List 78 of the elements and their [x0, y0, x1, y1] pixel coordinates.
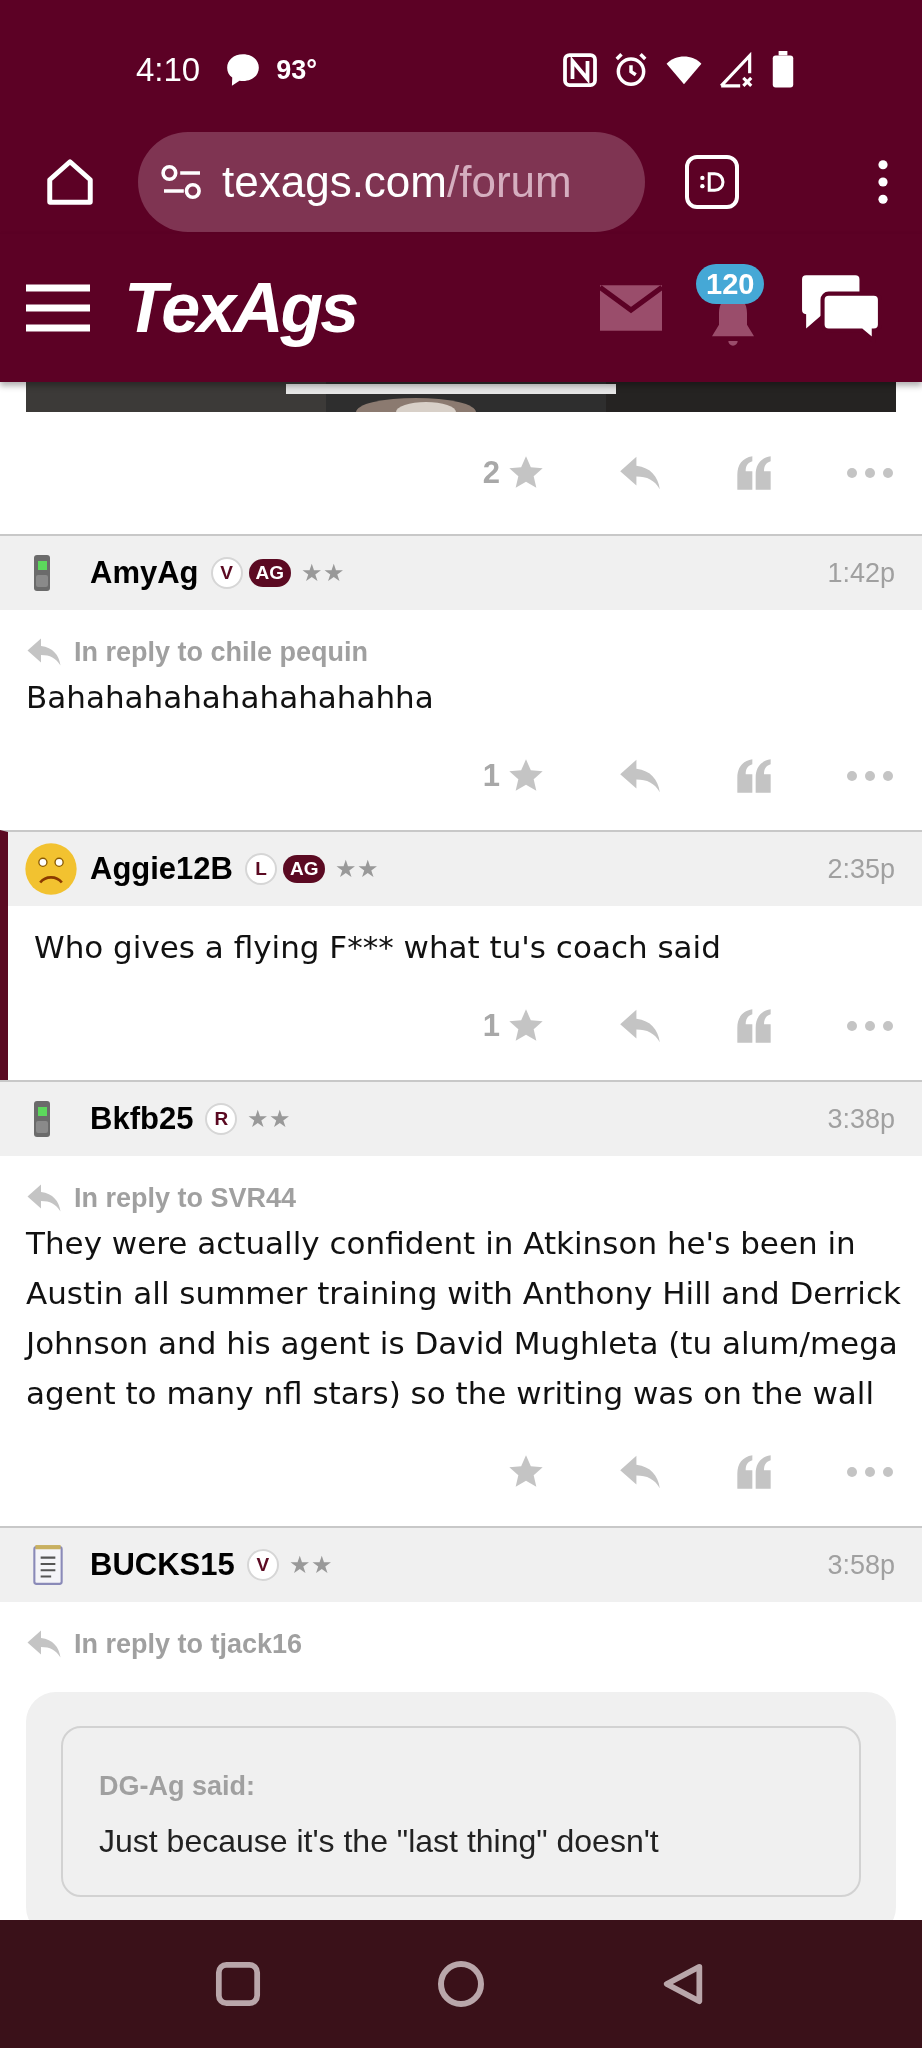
- notepad-icon: [32, 1544, 64, 1586]
- recents-button[interactable]: [215, 1961, 261, 2007]
- reply-button[interactable]: [618, 758, 662, 794]
- quote-icon: [734, 453, 774, 493]
- url-text: texags.com/forum: [222, 156, 572, 208]
- square-icon: [215, 1961, 261, 2007]
- quote-text: Just because it's the "last thing" doesn't: [99, 1821, 660, 1861]
- kebab-menu-icon: [876, 159, 890, 205]
- reply-button[interactable]: [618, 455, 662, 491]
- tabs-button[interactable]: [685, 155, 739, 209]
- notification-count-badge: 120: [696, 264, 765, 304]
- username[interactable]: BUCKS15: [90, 1541, 235, 1589]
- menu-button[interactable]: [26, 284, 90, 332]
- post-body: Bahahahahahahahahahha: [25, 678, 435, 717]
- nfc-icon: [562, 52, 598, 88]
- reply-button[interactable]: [618, 1454, 662, 1490]
- envelope-icon: [600, 285, 662, 331]
- more-button[interactable]: [846, 770, 894, 782]
- quote-icon: [734, 756, 774, 796]
- phone-icon: [32, 553, 52, 593]
- rank-stars: ★★: [247, 1104, 292, 1134]
- username[interactable]: Bkfb25: [90, 1095, 194, 1143]
- circle-icon: [437, 1960, 485, 2008]
- phone-icon: [32, 1099, 52, 1139]
- post-time: 2:35p: [827, 852, 895, 886]
- reply-to-text: In reply to chile pequin: [74, 635, 369, 669]
- home-nav-button[interactable]: [437, 1960, 485, 2008]
- user-badge: AG: [248, 559, 291, 587]
- reply-arrow-icon: [26, 1183, 62, 1213]
- menu-icon: [26, 284, 90, 332]
- reply-arrow-icon: [618, 1008, 662, 1044]
- site-logo[interactable]: TexAgs: [124, 255, 357, 361]
- clock: 4:10: [136, 50, 201, 91]
- site-settings-icon: [160, 164, 204, 200]
- messages-button[interactable]: [600, 285, 662, 331]
- reply-button[interactable]: [618, 1008, 662, 1044]
- rank-stars: ★★: [335, 854, 380, 884]
- browser-menu-button[interactable]: [876, 159, 890, 205]
- username[interactable]: Aggie12B: [90, 845, 233, 893]
- more-button[interactable]: [846, 1466, 894, 1478]
- quote-button[interactable]: [734, 453, 774, 493]
- post-time: 3:58p: [827, 1548, 895, 1582]
- more-button[interactable]: [846, 1020, 894, 1032]
- reply-to-text: In reply to tjack16: [74, 1627, 303, 1661]
- user-badge: V: [246, 1549, 279, 1581]
- quote-icon: [734, 1452, 774, 1492]
- reply-arrow-icon: [618, 455, 662, 491]
- rank-stars: ★★: [301, 558, 345, 588]
- post-time: 1:42p: [827, 556, 895, 590]
- reply-arrow-icon: [618, 1454, 662, 1490]
- post-body: Who gives a flying F*** what tu's coach said: [33, 928, 722, 967]
- user-badge: V: [210, 557, 243, 589]
- reply-to-text: In reply to SVR44: [74, 1181, 297, 1215]
- post-time: 3:38p: [827, 1102, 895, 1136]
- quote-button[interactable]: [734, 756, 774, 796]
- reply-arrow-icon: [618, 758, 662, 794]
- quote-button[interactable]: [734, 1006, 774, 1046]
- ellipsis-icon: [846, 1020, 894, 1032]
- reply-arrow-icon: [26, 1629, 62, 1659]
- post-body: They were actually confident in Atkinson he's been in Austin all summer training with Anthony Hill and Derrick Johnson and his agent is David Mughleta (tu alum/mega agent to many nfl stars) so the writing was on the wall: [23, 1224, 902, 1413]
- user-badge: L: [245, 853, 277, 885]
- user-badge: R: [205, 1103, 238, 1135]
- quote-icon: [734, 1006, 774, 1046]
- rank-stars: ★★: [288, 1550, 333, 1580]
- smiley-icon: [698, 171, 726, 193]
- more-button[interactable]: [846, 467, 894, 479]
- ellipsis-icon: [846, 467, 894, 479]
- address-bar[interactable]: texags.com/forum: [138, 132, 645, 232]
- reply-arrow-icon: [26, 637, 62, 667]
- quote-button[interactable]: [734, 1452, 774, 1492]
- battery-icon: [770, 51, 796, 89]
- quote-author: DG-Ag said:: [99, 1770, 256, 1803]
- temperature: 93°: [276, 53, 318, 87]
- sad-face-icon: [24, 842, 78, 896]
- user-badge: AG: [283, 855, 326, 883]
- ellipsis-icon: [846, 1466, 894, 1478]
- username[interactable]: AmyAg: [90, 549, 199, 597]
- ellipsis-icon: [846, 770, 894, 782]
